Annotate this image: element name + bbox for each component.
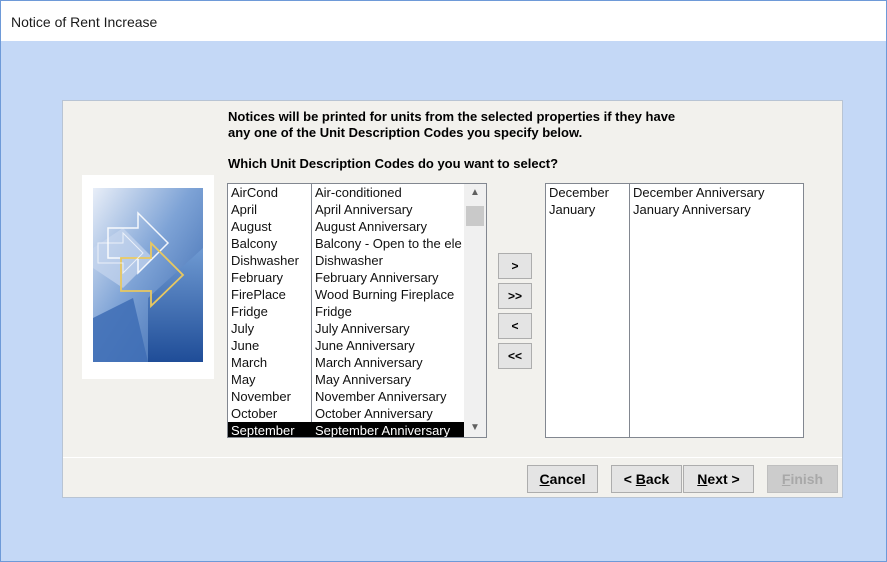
code-cell: November bbox=[231, 389, 291, 404]
next-label: ext > bbox=[707, 471, 740, 487]
instruction-line-1: Notices will be printed for units from t… bbox=[228, 109, 676, 124]
chevron-up-icon[interactable]: ▲ bbox=[464, 184, 486, 202]
cancel-hotkey: C bbox=[539, 471, 550, 487]
code-cell: January bbox=[549, 202, 596, 217]
description-cell: April Anniversary bbox=[315, 202, 413, 217]
remove-all-button[interactable]: << bbox=[498, 343, 532, 369]
code-cell: December bbox=[549, 185, 609, 200]
code-cell: February bbox=[231, 270, 284, 285]
scroll-thumb[interactable] bbox=[466, 206, 484, 226]
code-cell: July bbox=[231, 321, 255, 336]
code-cell: October bbox=[231, 406, 278, 421]
instruction-line-2: any one of the Unit Description Codes yo… bbox=[228, 125, 583, 140]
description-cell: Balcony - Open to the ele bbox=[315, 236, 462, 251]
code-cell: AirCond bbox=[231, 185, 278, 200]
description-cell: October Anniversary bbox=[315, 406, 433, 421]
available-codes-list[interactable]: AirCond Air-conditioned April April Anniver… bbox=[227, 183, 487, 438]
wizard-banner-image bbox=[82, 175, 214, 379]
code-cell: Balcony bbox=[231, 236, 278, 251]
code-cell: August bbox=[231, 219, 272, 234]
code-cell: May bbox=[231, 372, 256, 387]
wizard-panel: Notices will be printed for units from t… bbox=[62, 100, 843, 498]
list-item[interactable]: November November Anniversary bbox=[228, 388, 465, 405]
finish-label: inish bbox=[790, 471, 824, 487]
description-cell: Wood Burning Fireplace bbox=[315, 287, 455, 302]
list-item[interactable]: Dishwasher Dishwasher bbox=[228, 252, 465, 269]
cancel-label: ancel bbox=[549, 471, 586, 487]
list-item[interactable]: August August Anniversary bbox=[228, 218, 465, 235]
description-cell: September Anniversary bbox=[315, 423, 451, 438]
description-cell: March Anniversary bbox=[315, 355, 423, 370]
description-cell: May Anniversary bbox=[315, 372, 412, 387]
selected-codes-list[interactable]: December December Anniversary January Janua… bbox=[545, 183, 804, 438]
code-cell: Dishwasher bbox=[231, 253, 299, 268]
code-cell: March bbox=[231, 355, 268, 370]
back-label: ack bbox=[645, 471, 670, 487]
list-item[interactable]: Balcony Balcony - Open to the ele bbox=[228, 235, 465, 252]
description-cell: July Anniversary bbox=[315, 321, 410, 336]
next-hotkey: N bbox=[697, 471, 708, 487]
list-item[interactable]: September September Anniversary bbox=[228, 422, 465, 438]
list-item[interactable]: Fridge Fridge bbox=[228, 303, 465, 320]
description-cell: Air-conditioned bbox=[315, 185, 402, 200]
list-item[interactable]: AirCond Air-conditioned bbox=[228, 184, 465, 201]
code-cell: Fridge bbox=[231, 304, 268, 319]
chevron-down-icon[interactable]: ▼ bbox=[464, 419, 486, 437]
cancel-button[interactable]: Cancel bbox=[527, 465, 598, 493]
code-cell: FirePlace bbox=[231, 287, 286, 302]
description-cell: June Anniversary bbox=[315, 338, 415, 353]
description-cell: November Anniversary bbox=[315, 389, 447, 404]
list-item[interactable]: June June Anniversary bbox=[228, 337, 465, 354]
description-cell: January Anniversary bbox=[633, 202, 751, 217]
list-item[interactable]: July July Anniversary bbox=[228, 320, 465, 337]
wizard-window: Notice of Rent Increase Notices will be … bbox=[0, 0, 887, 562]
code-cell: April bbox=[231, 202, 258, 217]
list-item[interactable]: May May Anniversary bbox=[228, 371, 465, 388]
list-item[interactable]: December December Anniversary bbox=[546, 184, 803, 201]
selection-question: Which Unit Description Codes do you want… bbox=[228, 156, 559, 171]
vertical-scrollbar[interactable]: ▲ ▼ bbox=[464, 184, 486, 437]
list-item[interactable]: April April Anniversary bbox=[228, 201, 465, 218]
description-cell: Dishwasher bbox=[315, 253, 383, 268]
add-all-button[interactable]: >> bbox=[498, 283, 532, 309]
list-item[interactable]: January January Anniversary bbox=[546, 201, 803, 218]
code-cell: June bbox=[231, 338, 260, 353]
title-bar: Notice of Rent Increase bbox=[1, 1, 886, 41]
list-item[interactable]: March March Anniversary bbox=[228, 354, 465, 371]
finish-button[interactable]: Finish bbox=[767, 465, 838, 493]
list-item[interactable]: February February Anniversary bbox=[228, 269, 465, 286]
description-cell: February Anniversary bbox=[315, 270, 439, 285]
wizard-banner-arrows-icon bbox=[93, 188, 203, 362]
description-cell: Fridge bbox=[315, 304, 352, 319]
back-arrow: < bbox=[623, 471, 636, 487]
back-hotkey: B bbox=[635, 471, 646, 487]
list-item[interactable]: October October Anniversary bbox=[228, 405, 465, 422]
code-cell: September bbox=[231, 423, 295, 438]
window-title: Notice of Rent Increase bbox=[11, 14, 158, 30]
column-separator bbox=[629, 184, 630, 437]
remove-selected-button[interactable]: < bbox=[498, 313, 532, 339]
wizard-instructions: Notices will be printed for units from t… bbox=[228, 109, 748, 141]
button-divider bbox=[63, 457, 842, 458]
next-button[interactable]: Next > bbox=[683, 465, 754, 493]
description-cell: August Anniversary bbox=[315, 219, 428, 234]
list-item[interactable]: FirePlace Wood Burning Fireplace bbox=[228, 286, 465, 303]
description-cell: December Anniversary bbox=[633, 185, 765, 200]
add-selected-button[interactable]: > bbox=[498, 253, 532, 279]
back-button[interactable]: < Back bbox=[611, 465, 682, 493]
